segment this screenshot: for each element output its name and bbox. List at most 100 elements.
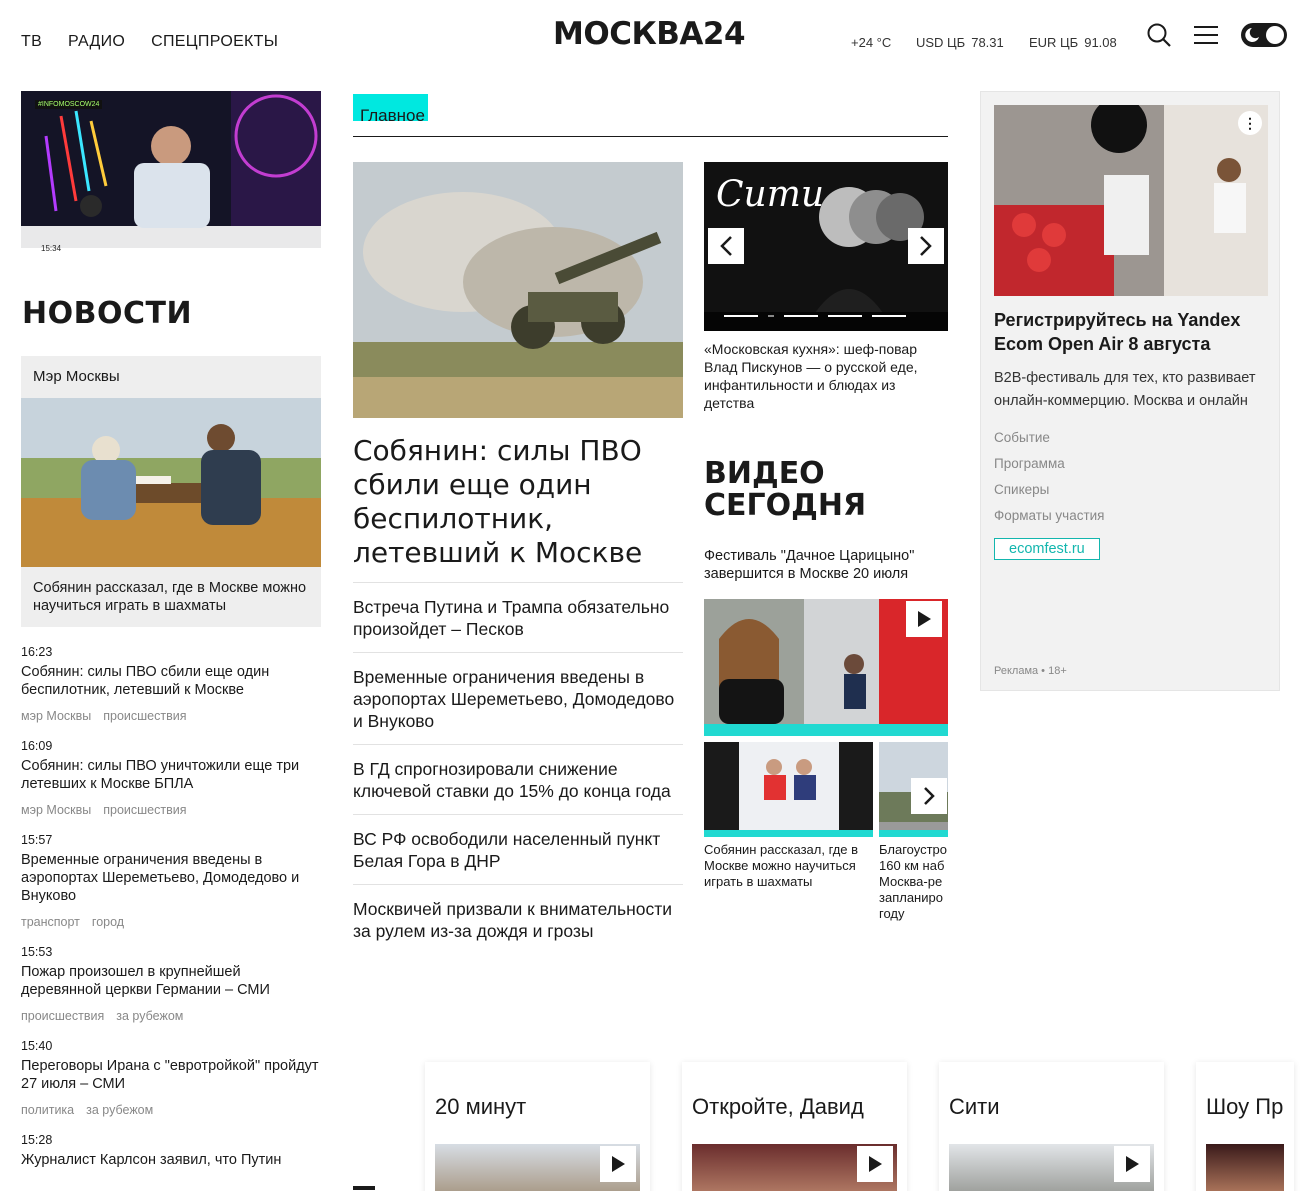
list-item[interactable]: В ГД спрогнозировали снижение ключевой с… <box>353 744 683 814</box>
menu-icon[interactable] <box>1194 24 1218 51</box>
video-thumb[interactable] <box>879 742 948 837</box>
usd-rate: USD ЦБ 78.31 <box>916 35 1004 50</box>
show-title[interactable]: Сити <box>949 1094 1000 1120</box>
feed-tag[interactable]: за рубежом <box>86 1103 153 1117</box>
feed-time: 15:57 <box>21 833 53 847</box>
show-thumb[interactable] <box>1206 1144 1284 1191</box>
ad-description[interactable]: B2B-фестиваль для тех, кто развивает онл… <box>994 367 1268 413</box>
feed-tag[interactable]: транспорт <box>21 915 80 929</box>
slider-dot[interactable] <box>872 315 906 317</box>
video-thumb[interactable] <box>704 742 873 837</box>
ad-link[interactable]: Спикеры <box>994 477 1105 503</box>
feed-headline[interactable]: Переговоры Ирана с "евротройкой" пройдут… <box>21 1057 321 1093</box>
show-card[interactable]: Шоу Пр <box>1196 1062 1294 1191</box>
list-item[interactable]: Москвичей призвали к внимательности за р… <box>353 884 683 954</box>
ad-site-button[interactable]: ecomfest.ru <box>994 538 1100 560</box>
show-title[interactable]: Шоу Пр <box>1206 1094 1283 1120</box>
shows-row: 20 минут Откройте, Давид Сити Шоу Пр <box>425 1062 1294 1191</box>
list-item[interactable]: Временные ограничения введены в аэропорт… <box>353 652 683 744</box>
play-icon <box>612 1156 625 1172</box>
list-item[interactable]: Встреча Путина и Трампа обязательно прои… <box>353 582 683 652</box>
ad-link[interactable]: Форматы участия <box>994 503 1105 529</box>
feed-item[interactable]: 15:28 Журналист Карлсон заявил, что Пути… <box>21 1133 321 1169</box>
play-button[interactable] <box>1114 1146 1150 1182</box>
feed-headline[interactable]: Временные ограничения введены в аэропорт… <box>21 851 321 905</box>
live-tv-player[interactable]: #INFOMOSCOW24 15:34 <box>21 91 321 260</box>
feed-item[interactable]: 15:57 Временные ограничения введены в аэ… <box>21 833 321 929</box>
mayor-label[interactable]: Мэр Москвы <box>33 368 120 385</box>
site-logo[interactable]: МОСКВА24 <box>553 16 746 52</box>
theme-toggle-icon[interactable] <box>1240 22 1288 53</box>
feed-headline[interactable]: Пожар произошел в крупнейшей деревянной … <box>21 963 321 999</box>
ad-mark: Реклама • 18+ <box>994 665 1067 677</box>
feed-item[interactable]: 15:40 Переговоры Ирана с "евротройкой" п… <box>21 1039 321 1117</box>
eur-value: 91.08 <box>1084 35 1117 50</box>
feed-tag[interactable]: происшествия <box>103 709 186 723</box>
top-nav: ТВ РАДИО СПЕЦПРОЕКТЫ <box>21 33 278 51</box>
show-card[interactable]: Сити <box>939 1062 1164 1191</box>
weather: +24 °C <box>851 35 892 50</box>
feed-tag[interactable]: за рубежом <box>116 1009 183 1023</box>
section-marker <box>353 1186 375 1190</box>
feed-tag[interactable]: мэр Москвы <box>21 709 91 723</box>
list-item[interactable]: ВС РФ освободили населенный пункт Белая … <box>353 814 683 884</box>
nav-specprojects[interactable]: СПЕЦПРОЕКТЫ <box>151 33 278 51</box>
feed-headline[interactable]: Журналист Карлсон заявил, что Путин <box>21 1151 321 1169</box>
slider-next-button[interactable] <box>908 228 944 264</box>
play-button[interactable] <box>906 601 942 637</box>
slider-dot[interactable] <box>784 315 818 317</box>
feed-time: 15:40 <box>21 1039 53 1053</box>
hero-title[interactable]: Собянин: силы ПВО сбили еще один беспило… <box>353 434 683 570</box>
chevron-right-icon <box>924 787 935 805</box>
feed-tag[interactable]: происшествия <box>21 1009 104 1023</box>
feed-time: 16:09 <box>21 739 53 753</box>
show-card[interactable]: Откройте, Давид <box>682 1062 907 1191</box>
hero-image[interactable] <box>353 162 683 418</box>
video-caption[interactable]: Собянин рассказал, где в Москве можно на… <box>704 842 873 890</box>
nav-tv[interactable]: ТВ <box>21 33 42 51</box>
feed-tag[interactable]: политика <box>21 1103 74 1117</box>
play-button[interactable] <box>600 1146 636 1182</box>
slider-dot[interactable] <box>828 315 862 317</box>
ad-image[interactable]: ⋮ <box>994 105 1268 296</box>
more-vertical-icon: ⋮ <box>1243 114 1257 131</box>
feed-tag[interactable]: происшествия <box>103 803 186 817</box>
tab-main[interactable]: Главное <box>360 106 425 126</box>
slider-caption[interactable]: «Московская кухня»: шеф-повар Влад Писку… <box>704 340 948 412</box>
search-icon[interactable] <box>1146 22 1172 53</box>
play-button[interactable] <box>857 1146 893 1182</box>
ad-link[interactable]: Программа <box>994 451 1105 477</box>
video-main-thumb[interactable] <box>704 599 948 736</box>
chevron-right-icon <box>920 236 932 256</box>
show-title[interactable]: 20 минут <box>435 1094 526 1120</box>
ad-block[interactable]: ⋮ Регистрируйтесь на Yandex Ecom Open Ai… <box>980 91 1280 691</box>
feed-item[interactable]: 16:23 Собянин: силы ПВО сбили еще один б… <box>21 645 321 723</box>
ad-more-button[interactable]: ⋮ <box>1238 111 1262 135</box>
slider-dot[interactable] <box>724 315 758 317</box>
feed-headline[interactable]: Собянин: силы ПВО уничтожили еще три лет… <box>21 757 321 793</box>
mayor-news-card[interactable]: Мэр Москвы Собянин рассказал, где в Моск… <box>21 356 321 627</box>
feed-tag[interactable]: мэр Москвы <box>21 803 91 817</box>
show-title[interactable]: Откройте, Давид <box>692 1094 864 1120</box>
mayor-caption[interactable]: Собянин рассказал, где в Москве можно на… <box>33 579 313 615</box>
slider-prev-button[interactable] <box>708 228 744 264</box>
nav-radio[interactable]: РАДИО <box>68 33 125 51</box>
feed-item[interactable]: 16:09 Собянин: силы ПВО уничтожили еще т… <box>21 739 321 817</box>
mayor-news-image[interactable] <box>21 398 321 567</box>
usd-value: 78.31 <box>971 35 1004 50</box>
feed-tag[interactable]: город <box>92 915 124 929</box>
video-section-title: ВИДЕО СЕГОДНЯ <box>704 458 866 522</box>
feed-time: 16:23 <box>21 645 53 659</box>
feed-headline[interactable]: Собянин: силы ПВО сбили еще один беспило… <box>21 663 321 699</box>
feed-item[interactable]: 15:53 Пожар произошел в крупнейшей дерев… <box>21 945 321 1023</box>
video-next-button[interactable] <box>911 778 947 814</box>
ad-title[interactable]: Регистрируйтесь на Yandex Ecom Open Air … <box>994 308 1268 356</box>
eur-label: EUR ЦБ <box>1029 35 1079 50</box>
video-lead[interactable]: Фестиваль "Дачное Царицыно" завершится в… <box>704 547 948 583</box>
show-card[interactable]: 20 минут <box>425 1062 650 1191</box>
ad-link[interactable]: Событие <box>994 425 1105 451</box>
promo-slider[interactable]: Сити <box>704 162 948 331</box>
slider-dot[interactable] <box>768 315 774 317</box>
feed-time: 15:28 <box>21 1133 53 1147</box>
video-caption[interactable]: Благоустро 160 км наб Москва-ре запланир… <box>879 842 948 922</box>
